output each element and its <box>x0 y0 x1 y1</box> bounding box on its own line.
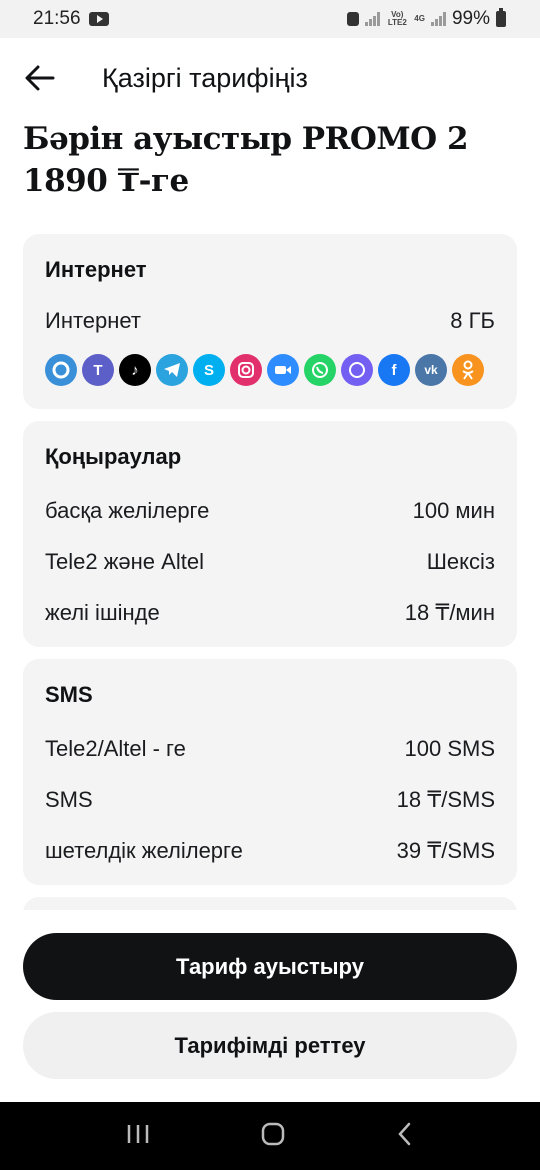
messenger-icon <box>45 354 77 386</box>
network-indicator: 4G <box>414 14 425 23</box>
calls-card: Қоңыраулар басқа желілерге 100 мин Tele2… <box>23 421 517 647</box>
system-nav-bar <box>0 1102 540 1170</box>
internet-card: Интернет Интернет 8 ГБ T ♪ S f vk <box>23 234 517 409</box>
youtube-icon <box>88 12 109 26</box>
calls-card-title: Қоңыраулар <box>45 444 182 469</box>
status-left: 21:56 <box>33 8 109 30</box>
facebook-icon: f <box>378 354 410 386</box>
internet-card-title: Интернет <box>45 257 147 282</box>
sms-row: Tele2/Altel - ге 100 SMS <box>45 723 495 774</box>
volte-indicator: Vo) LTE2 <box>387 10 407 27</box>
telegram-icon <box>156 354 188 386</box>
calls-row: желі ішінде 18 ₸/мин <box>45 587 495 638</box>
status-time: 21:56 <box>33 8 81 29</box>
sms-row-value: 18 ₸/SMS <box>396 786 495 812</box>
customize-tariff-button[interactable]: Тарифімді реттеу <box>23 1012 517 1079</box>
recent-apps-icon <box>127 1124 148 1143</box>
internet-row-value: 8 ГБ <box>450 308 495 333</box>
unlimited-apps-list: T ♪ S f vk <box>45 354 495 386</box>
notification-icon <box>347 12 360 26</box>
tiktok-icon: ♪ <box>119 354 151 386</box>
calls-row-value: 18 ₸/мин <box>404 599 495 625</box>
calls-row-label: Tele2 және Altel <box>45 548 204 574</box>
instagram-icon <box>230 354 262 386</box>
chevron-left-icon <box>398 1122 411 1145</box>
odnoklassniki-icon <box>452 354 484 386</box>
home-button[interactable] <box>260 1121 286 1152</box>
sms-row-label: Tele2/Altel - ге <box>45 735 186 761</box>
sms-row-value: 39 ₸/SMS <box>396 837 495 863</box>
sms-row-label: шетелдік желілерге <box>45 837 243 863</box>
sms-row-label: SMS <box>45 786 93 812</box>
whatsapp-icon <box>304 354 336 386</box>
sms-card-title: SMS <box>45 682 93 707</box>
recent-apps-button[interactable] <box>125 1123 151 1150</box>
teams-icon: T <box>82 354 114 386</box>
arrow-left-icon <box>25 65 55 91</box>
home-icon <box>261 1122 285 1145</box>
sms-row: шетелдік желілерге 39 ₸/SMS <box>45 825 495 876</box>
signal-2-icon <box>430 12 446 26</box>
status-right: Vo) LTE2 4G 99% <box>347 8 506 30</box>
page-title: Қазіргі тарифіңіз <box>102 62 308 93</box>
sms-row: SMS 18 ₸/SMS <box>45 774 495 825</box>
battery-percent: 99% <box>451 8 490 29</box>
vk-icon: vk <box>415 354 447 386</box>
calls-row: Tele2 және Altel Шексіз <box>45 536 495 587</box>
calls-row-label: басқа желілерге <box>45 497 210 523</box>
app-bar: Қазіргі тарифіңіз <box>0 38 540 118</box>
plan-title: Бәрін ауыстыр PROMO 2 1890 ₸-ге <box>23 121 469 199</box>
internet-row-label: Интернет <box>45 308 141 333</box>
sms-card: SMS Tele2/Altel - ге 100 SMS SMS 18 ₸/SM… <box>23 659 517 885</box>
back-button[interactable] <box>24 62 56 94</box>
calls-row-value: 100 мин <box>412 497 495 523</box>
change-tariff-button[interactable]: Тариф ауыстыру <box>23 933 517 1000</box>
sms-row-value: 100 SMS <box>404 735 496 761</box>
signal-1-icon <box>365 12 381 26</box>
status-bar: 21:56 Vo) LTE2 4G 99% <box>0 0 540 38</box>
calls-row-value: Шексіз <box>426 548 495 574</box>
internet-row: Интернет 8 ГБ <box>45 306 495 336</box>
zoom-icon <box>267 354 299 386</box>
battery-icon <box>496 8 506 27</box>
skype-icon: S <box>193 354 225 386</box>
viber-icon <box>341 354 373 386</box>
system-back-button[interactable] <box>395 1121 415 1152</box>
calls-row-label: желі ішінде <box>45 599 160 625</box>
